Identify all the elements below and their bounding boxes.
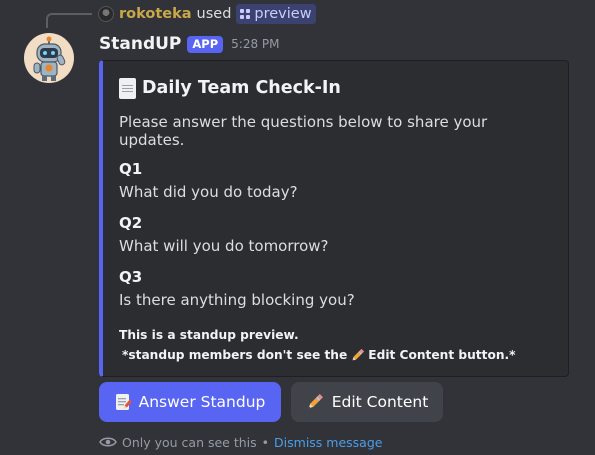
embed-description: Please answer the questions below to sha… <box>119 113 488 149</box>
note-line-1: This is a standup preview. <box>119 328 299 342</box>
pencil-icon <box>352 348 365 361</box>
edit-content-label: Edit Content <box>331 393 429 411</box>
reply-used-text: used <box>196 6 232 22</box>
embed-field: Q1 What did you do today? <box>119 159 552 203</box>
command-name: preview <box>254 6 312 22</box>
embed-title: Daily Team Check-In <box>119 75 552 101</box>
field-value: What will you do tomorrow? <box>119 237 329 255</box>
answer-standup-label: Answer Standup <box>138 393 266 411</box>
user-avatar[interactable] <box>98 6 114 22</box>
note-text-after: Edit Content button.* <box>368 348 516 362</box>
memo-icon <box>115 394 131 410</box>
embed-title-text: Daily Team Check-In <box>142 78 341 98</box>
answer-standup-button[interactable]: Answer Standup <box>99 382 281 422</box>
app-badge: APP <box>187 35 224 53</box>
robot-icon <box>33 36 66 81</box>
timestamp[interactable]: 5:28 PM <box>231 37 279 51</box>
field-name: Q2 <box>119 214 143 232</box>
embed-card: Daily Team Check-In Please answer the qu… <box>99 60 569 377</box>
memo-icon <box>119 77 136 99</box>
embed-field: Q2 What will you do tomorrow? <box>119 213 552 257</box>
message-header: StandUP APP 5:28 PM <box>99 32 280 56</box>
field-name: Q1 <box>119 160 143 178</box>
ephemeral-text: Only you can see this <box>122 434 257 450</box>
edit-content-button[interactable]: Edit Content <box>291 382 443 422</box>
bot-avatar[interactable] <box>24 33 74 83</box>
separator: • <box>261 434 270 450</box>
ephemeral-notice: Only you can see this • Dismiss message <box>99 432 382 452</box>
pencil-icon <box>308 394 323 409</box>
field-name: Q3 <box>119 268 143 286</box>
note-line-2: *standup members don't see the Edit Cont… <box>119 345 552 365</box>
embed-note: This is a standup preview. *standup memb… <box>119 325 552 365</box>
reply-context: rokoteka used preview <box>98 3 316 25</box>
field-value: Is there anything blocking you? <box>119 291 355 309</box>
note-text-before: *standup members don't see the <box>122 348 348 362</box>
app-command-icon <box>240 9 251 19</box>
embed-field: Q3 Is there anything blocking you? <box>119 267 552 311</box>
eye-icon <box>99 437 117 447</box>
command-chip[interactable]: preview <box>236 4 316 24</box>
reply-connector <box>46 13 92 28</box>
dismiss-message-link[interactable]: Dismiss message <box>274 435 382 450</box>
field-value: What did you do today? <box>119 183 298 201</box>
reply-username[interactable]: rokoteka <box>119 6 192 22</box>
bot-name[interactable]: StandUP <box>99 34 181 54</box>
